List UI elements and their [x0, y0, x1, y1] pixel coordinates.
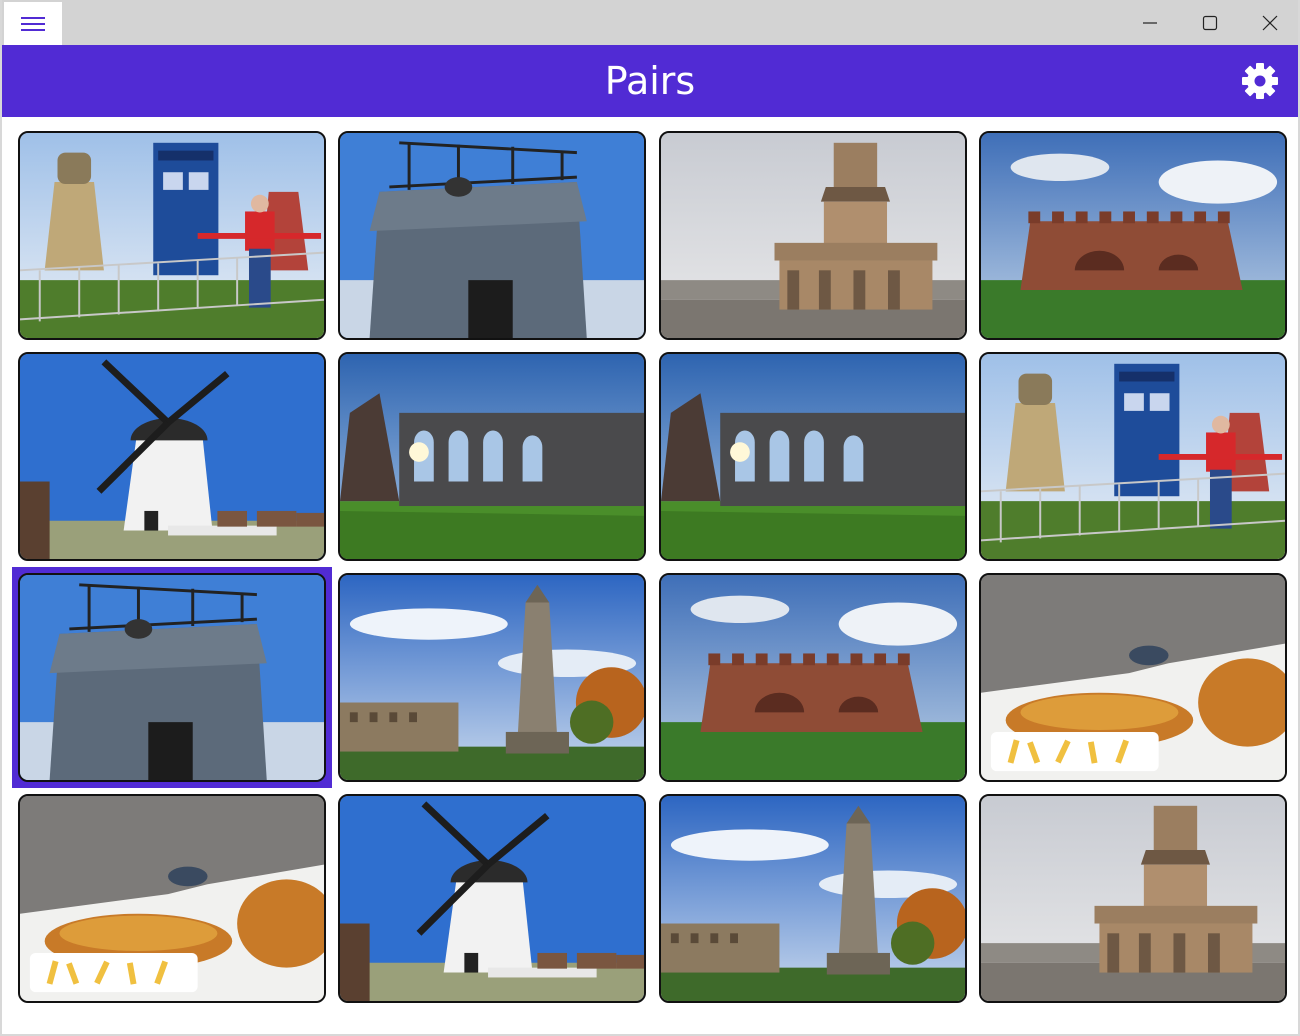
fish-and-chips-photo [981, 575, 1285, 780]
abbey-ruins-photo [661, 354, 965, 559]
card-tile[interactable] [338, 573, 646, 782]
fish-and-chips-photo [20, 796, 324, 1001]
card-tile[interactable] [338, 794, 646, 1003]
title-bar [2, 0, 1298, 45]
hamburger-menu-icon [21, 16, 45, 31]
card-tile[interactable] [979, 131, 1287, 340]
lighthouse-photo [981, 796, 1285, 1001]
app-window: Pairs [0, 0, 1300, 1036]
card-tile[interactable] [659, 794, 967, 1003]
close-icon [1262, 15, 1278, 30]
maximize-button[interactable] [1180, 0, 1240, 45]
red-fort-photo [661, 575, 965, 780]
windmill-photo [340, 796, 644, 1001]
card-tile[interactable] [979, 352, 1287, 561]
obelisk-memorial-photo [340, 575, 644, 780]
close-button[interactable] [1240, 0, 1300, 45]
card-tile[interactable] [659, 573, 967, 782]
red-fort-photo [981, 133, 1285, 338]
gear-icon [1242, 63, 1278, 99]
dalek-tardis-photo [20, 133, 324, 338]
app-header: Pairs [2, 45, 1298, 117]
windmill-photo [20, 354, 324, 559]
minimize-icon [1143, 21, 1157, 24]
dalek-tardis-photo [981, 354, 1285, 559]
lighthouse-photo [661, 133, 965, 338]
card-tile[interactable] [18, 131, 326, 340]
page-title: Pairs [604, 59, 696, 103]
card-tile[interactable] [659, 131, 967, 340]
maximize-icon [1202, 15, 1218, 30]
card-tile[interactable] [18, 352, 326, 561]
stone-tower-photo [20, 575, 324, 780]
obelisk-memorial-photo [661, 796, 965, 1001]
card-tile[interactable] [18, 794, 326, 1003]
card-tile[interactable] [979, 794, 1287, 1003]
minimize-button[interactable] [1120, 0, 1180, 45]
card-tile[interactable] [338, 352, 646, 561]
card-tile[interactable] [659, 352, 967, 561]
card-tile[interactable] [18, 573, 326, 782]
abbey-ruins-photo [340, 354, 644, 559]
card-tile[interactable] [338, 131, 646, 340]
hamburger-menu-button[interactable] [4, 2, 62, 45]
settings-button[interactable] [1240, 61, 1280, 101]
card-tile[interactable] [979, 573, 1287, 782]
stone-tower-photo [340, 133, 644, 338]
